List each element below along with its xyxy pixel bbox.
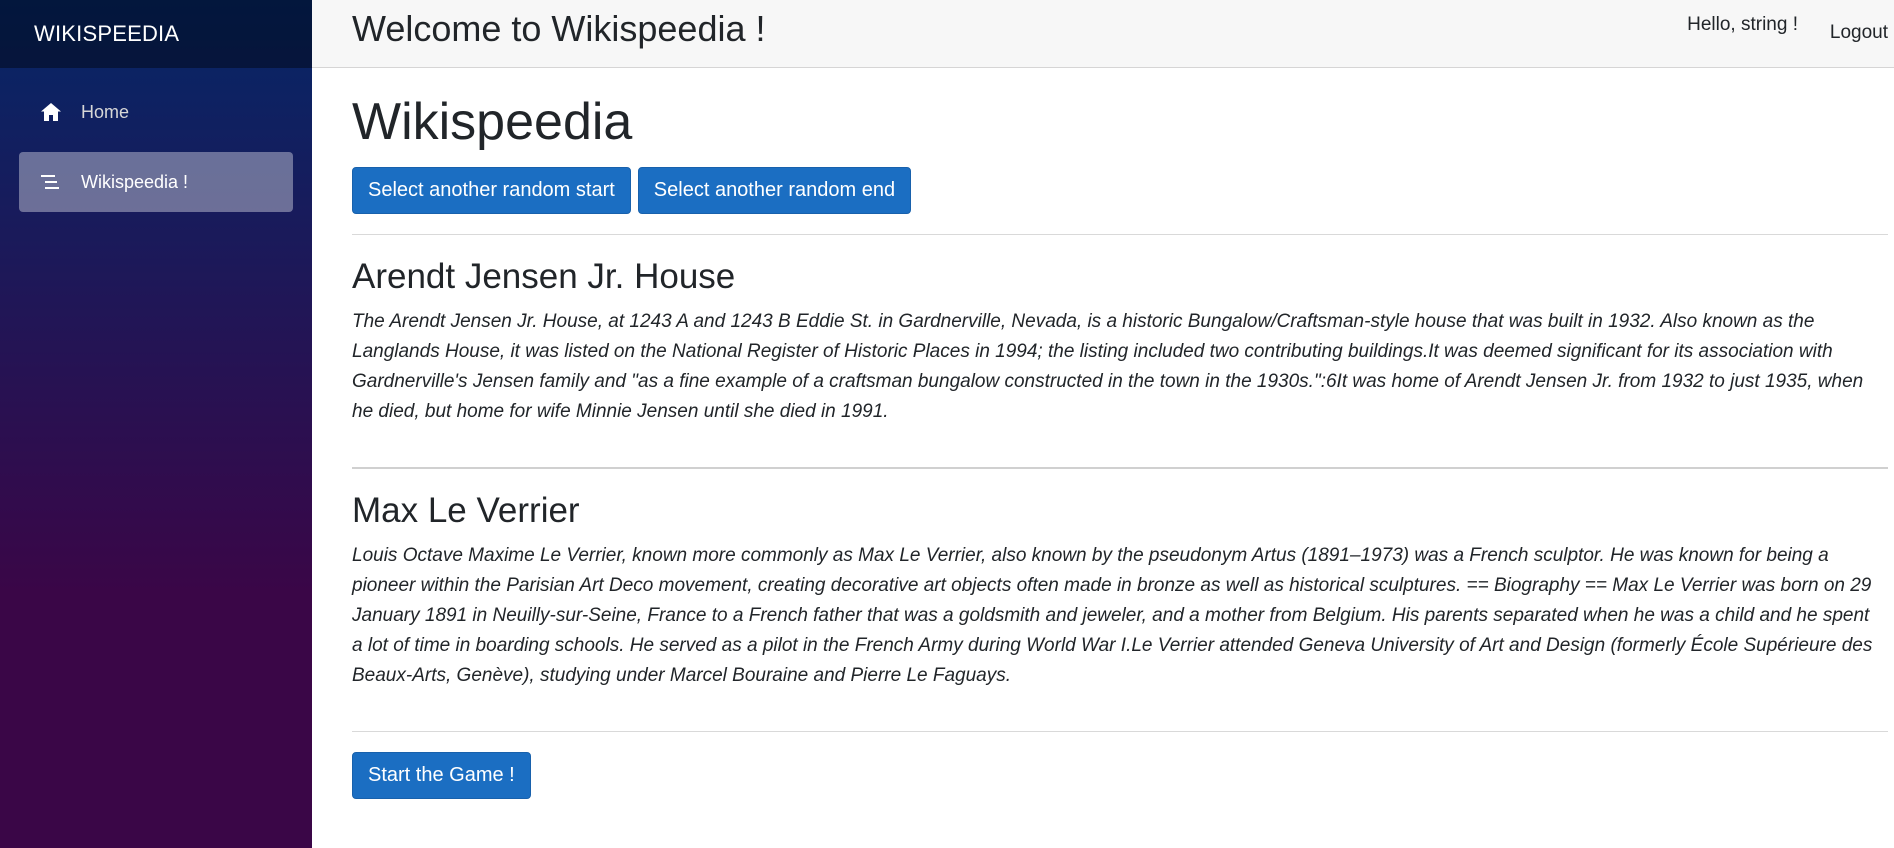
divider: [352, 234, 1888, 236]
welcome-heading: Welcome to Wikispeedia !: [352, 8, 766, 49]
start-game-wrap: Start the Game !: [352, 752, 1888, 800]
sidebar-item-home[interactable]: Home: [19, 82, 293, 142]
main-area: Welcome to Wikispeedia ! Hello, string !…: [312, 0, 1894, 848]
random-start-button[interactable]: Select another random start: [352, 167, 631, 215]
sidebar: WIKISPEEDIA Home Wikispeedia !: [0, 0, 312, 848]
end-article: Max Le Verrier Louis Octave Maxime Le Ve…: [352, 491, 1888, 691]
random-button-row: Select another random start Select anoth…: [352, 167, 1888, 215]
end-article-body: Louis Octave Maxime Le Verrier, known mo…: [352, 545, 1873, 687]
home-icon: [39, 100, 63, 124]
sidebar-nav: Home Wikispeedia !: [0, 68, 312, 212]
sidebar-item-label: Home: [81, 101, 130, 122]
page-title: Wikispeedia: [352, 93, 633, 151]
brand-link[interactable]: WIKISPEEDIA: [34, 21, 179, 47]
random-end-button[interactable]: Select another random end: [637, 167, 912, 215]
app-root: WIKISPEEDIA Home Wikispeedia ! Welcome t…: [0, 0, 1894, 848]
sidebar-item-wikispeedia[interactable]: Wikispeedia !: [19, 152, 293, 212]
brand-bar: WIKISPEEDIA: [0, 0, 312, 68]
logout-link[interactable]: Logout: [1830, 22, 1888, 44]
start-article-title: Arendt Jensen Jr. House: [352, 257, 736, 297]
start-article: Arendt Jensen Jr. House The Arendt Jense…: [352, 257, 1888, 427]
start-game-button[interactable]: Start the Game !: [352, 752, 531, 800]
top-row: Welcome to Wikispeedia ! Hello, string !…: [312, 0, 1894, 68]
menu-lines-icon: [39, 170, 63, 194]
user-greeting: Hello, string !: [1687, 14, 1798, 35]
divider: [352, 467, 1888, 470]
sidebar-item-label: Wikispeedia !: [81, 171, 189, 192]
start-article-body: The Arendt Jensen Jr. House, at 1243 A a…: [352, 311, 1864, 423]
content: Wikispeedia Select another random start …: [312, 68, 1894, 800]
divider: [352, 731, 1888, 733]
end-article-title: Max Le Verrier: [352, 491, 580, 531]
